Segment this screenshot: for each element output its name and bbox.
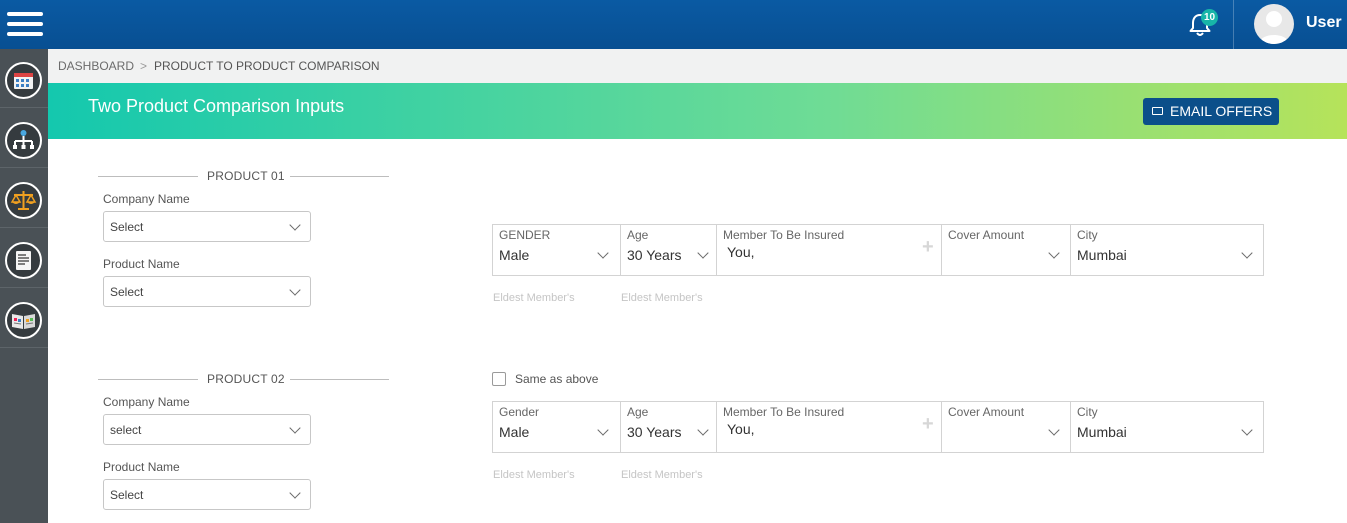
product1-member-field[interactable]: Member To Be Insured You, + bbox=[717, 225, 942, 275]
product2-city-select[interactable]: City Mumbai bbox=[1071, 402, 1263, 452]
org-chart-icon bbox=[5, 122, 42, 159]
chevron-down-icon bbox=[697, 247, 709, 259]
chevron-down-icon bbox=[1048, 424, 1060, 436]
product2-product-label: Product Name bbox=[103, 460, 180, 474]
product1-input-group: GENDER Male Age 30 Years Member To Be In… bbox=[492, 224, 1264, 276]
product2-cover-label: Cover Amount bbox=[948, 405, 1025, 419]
breadcrumb-current-page: PRODUCT TO PRODUCT COMPARISON bbox=[154, 59, 380, 73]
product2-company-label: Company Name bbox=[103, 395, 190, 409]
sidebar-item-calendar[interactable] bbox=[0, 49, 48, 108]
document-icon bbox=[5, 242, 42, 279]
product1-age-hint: Eldest Member's bbox=[621, 292, 703, 304]
product1-city-label: City bbox=[1077, 228, 1098, 242]
breadcrumb: DASHBOARD > PRODUCT TO PRODUCT COMPARISO… bbox=[48, 49, 1347, 83]
product2-input-group: Gender Male Age 30 Years Member To Be In… bbox=[492, 401, 1264, 453]
section-divider-right bbox=[290, 176, 389, 177]
product1-member-label: Member To Be Insured bbox=[723, 228, 845, 242]
chevron-down-icon bbox=[1241, 247, 1253, 259]
product1-product-select[interactable]: Select bbox=[103, 276, 311, 307]
chevron-down-icon bbox=[697, 424, 709, 436]
product1-member-value: You, bbox=[727, 244, 755, 260]
username[interactable]: User bbox=[1306, 14, 1342, 32]
chevron-down-icon bbox=[289, 219, 301, 231]
product2-member-label: Member To Be Insured bbox=[723, 405, 845, 419]
same-as-above-checkbox[interactable] bbox=[492, 372, 506, 386]
product2-cover-select[interactable]: Cover Amount bbox=[942, 402, 1071, 452]
chevron-down-icon bbox=[289, 284, 301, 296]
section-divider-left bbox=[98, 379, 198, 380]
product1-age-label: Age bbox=[627, 228, 649, 242]
email-offers-button[interactable]: EMAIL OFFERS bbox=[1143, 98, 1279, 125]
mail-icon bbox=[1152, 107, 1163, 115]
product1-age-value: 30 Years bbox=[627, 247, 682, 263]
product2-company-value: select bbox=[110, 423, 142, 437]
breadcrumb-dashboard-link[interactable]: DASHBOARD bbox=[58, 59, 134, 73]
product2-gender-value: Male bbox=[499, 424, 530, 440]
product2-member-field[interactable]: Member To Be Insured You, + bbox=[717, 402, 942, 452]
avatar[interactable] bbox=[1254, 4, 1294, 44]
sidebar-item-compare[interactable] bbox=[0, 169, 48, 228]
product1-age-select[interactable]: Age 30 Years bbox=[621, 225, 717, 275]
chevron-down-icon bbox=[289, 422, 301, 434]
book-icon bbox=[5, 302, 42, 339]
product2-product-select[interactable]: Select bbox=[103, 479, 311, 510]
add-member-icon[interactable]: + bbox=[922, 236, 934, 259]
product2-city-value: Mumbai bbox=[1077, 424, 1127, 440]
product1-gender-label: GENDER bbox=[499, 228, 551, 242]
top-bar: 10 User bbox=[0, 0, 1347, 49]
product2-company-select[interactable]: select bbox=[103, 414, 311, 445]
product1-title: PRODUCT 01 bbox=[207, 169, 285, 183]
product2-age-label: Age bbox=[627, 405, 649, 419]
email-offers-label: EMAIL OFFERS bbox=[1170, 103, 1273, 119]
sidebar-item-hierarchy[interactable] bbox=[0, 109, 48, 168]
product1-product-value: Select bbox=[110, 285, 144, 299]
product1-gender-value: Male bbox=[499, 247, 530, 263]
sidebar-item-library[interactable] bbox=[0, 289, 48, 348]
breadcrumb-separator: > bbox=[140, 59, 148, 73]
add-member-icon[interactable]: + bbox=[922, 413, 934, 436]
product1-city-select[interactable]: City Mumbai bbox=[1071, 225, 1263, 275]
product2-age-value: 30 Years bbox=[627, 424, 682, 440]
chevron-down-icon bbox=[597, 424, 609, 436]
product1-cover-select[interactable]: Cover Amount bbox=[942, 225, 1071, 275]
chevron-down-icon bbox=[1241, 424, 1253, 436]
chevron-down-icon bbox=[1048, 247, 1060, 259]
product1-company-select[interactable]: Select bbox=[103, 211, 311, 242]
section-divider-right bbox=[290, 379, 389, 380]
product2-gender-select[interactable]: Gender Male bbox=[493, 402, 621, 452]
product2-age-select[interactable]: Age 30 Years bbox=[621, 402, 717, 452]
product1-product-label: Product Name bbox=[103, 257, 180, 271]
chevron-down-icon bbox=[597, 247, 609, 259]
sidebar-item-documents[interactable] bbox=[0, 229, 48, 288]
product1-company-label: Company Name bbox=[103, 192, 190, 206]
same-as-above-label[interactable]: Same as above bbox=[515, 372, 598, 386]
user-avatar-icon bbox=[1259, 11, 1289, 44]
product1-gender-hint: Eldest Member's bbox=[493, 292, 575, 304]
product2-product-value: Select bbox=[110, 488, 144, 502]
product1-gender-select[interactable]: GENDER Male bbox=[493, 225, 621, 275]
chevron-down-icon bbox=[289, 487, 301, 499]
page-title: Two Product Comparison Inputs bbox=[88, 96, 345, 116]
sidebar bbox=[0, 49, 48, 523]
product2-title: PRODUCT 02 bbox=[207, 372, 285, 386]
section-divider-left bbox=[98, 176, 198, 177]
product2-city-label: City bbox=[1077, 405, 1098, 419]
product2-age-hint: Eldest Member's bbox=[621, 469, 703, 481]
product1-company-value: Select bbox=[110, 220, 144, 234]
page-header-banner: Two Product Comparison Inputs EMAIL OFFE… bbox=[48, 83, 1347, 139]
product1-cover-label: Cover Amount bbox=[948, 228, 1025, 242]
notification-count-badge: 10 bbox=[1201, 9, 1218, 26]
topbar-divider bbox=[1233, 0, 1234, 49]
product1-city-value: Mumbai bbox=[1077, 247, 1127, 263]
product2-member-value: You, bbox=[727, 421, 755, 437]
balance-scale-icon bbox=[5, 182, 42, 219]
menu-icon[interactable] bbox=[7, 12, 43, 38]
product2-gender-hint: Eldest Member's bbox=[493, 469, 575, 481]
calendar-icon bbox=[5, 62, 42, 99]
product2-gender-label: Gender bbox=[499, 405, 540, 419]
